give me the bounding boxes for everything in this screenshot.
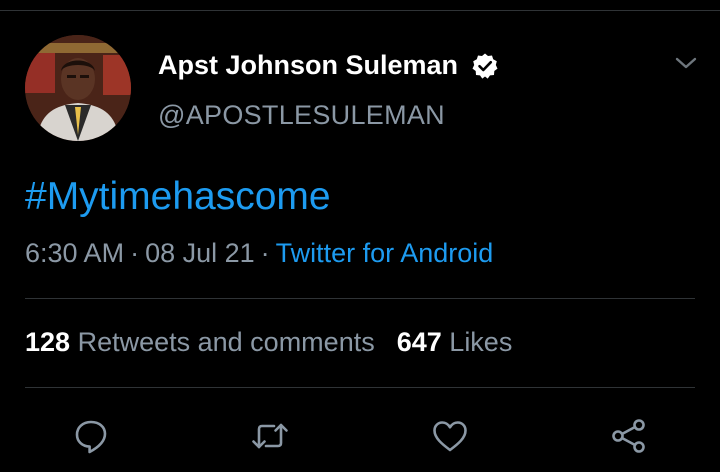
retweets-label: Retweets and comments [77, 327, 375, 357]
retweets-stat[interactable]: 128 Retweets and comments [25, 327, 375, 357]
top-divider [0, 10, 720, 11]
verified-badge-icon [471, 52, 499, 80]
like-icon [430, 416, 470, 456]
stats-bottom-divider [25, 387, 695, 388]
tweet-date: 08 Jul 21 [145, 238, 255, 268]
avatar[interactable] [25, 35, 131, 141]
share-icon [609, 416, 649, 456]
share-button[interactable] [609, 416, 649, 456]
stats-top-divider [25, 298, 695, 299]
likes-label: Likes [449, 327, 513, 357]
tweet-hashtag-link[interactable]: #Mytimehascome [25, 175, 331, 219]
meta-separator: · [260, 238, 270, 268]
likes-count: 647 [396, 327, 442, 357]
meta-separator: · [130, 238, 140, 268]
likes-stat[interactable]: 647 Likes [397, 327, 513, 357]
reply-button[interactable] [71, 416, 111, 456]
tweet-metadata: 6:30 AM · 08 Jul 21 · Twitter for Android [25, 238, 493, 269]
author-display-name[interactable]: Apst Johnson Suleman [158, 50, 458, 81]
retweet-icon [250, 416, 290, 456]
chevron-down-icon[interactable] [673, 54, 699, 72]
author-handle[interactable]: @APOSTLESULEMAN [158, 100, 445, 131]
engagement-stats: 128 Retweets and comments 647 Likes [25, 327, 512, 358]
like-button[interactable] [430, 416, 470, 456]
retweets-count: 128 [25, 327, 71, 357]
retweet-button[interactable] [250, 416, 290, 456]
reply-icon [71, 416, 111, 456]
tweet-source-link[interactable]: Twitter for Android [276, 238, 494, 268]
tweet-time: 6:30 AM [25, 238, 125, 268]
